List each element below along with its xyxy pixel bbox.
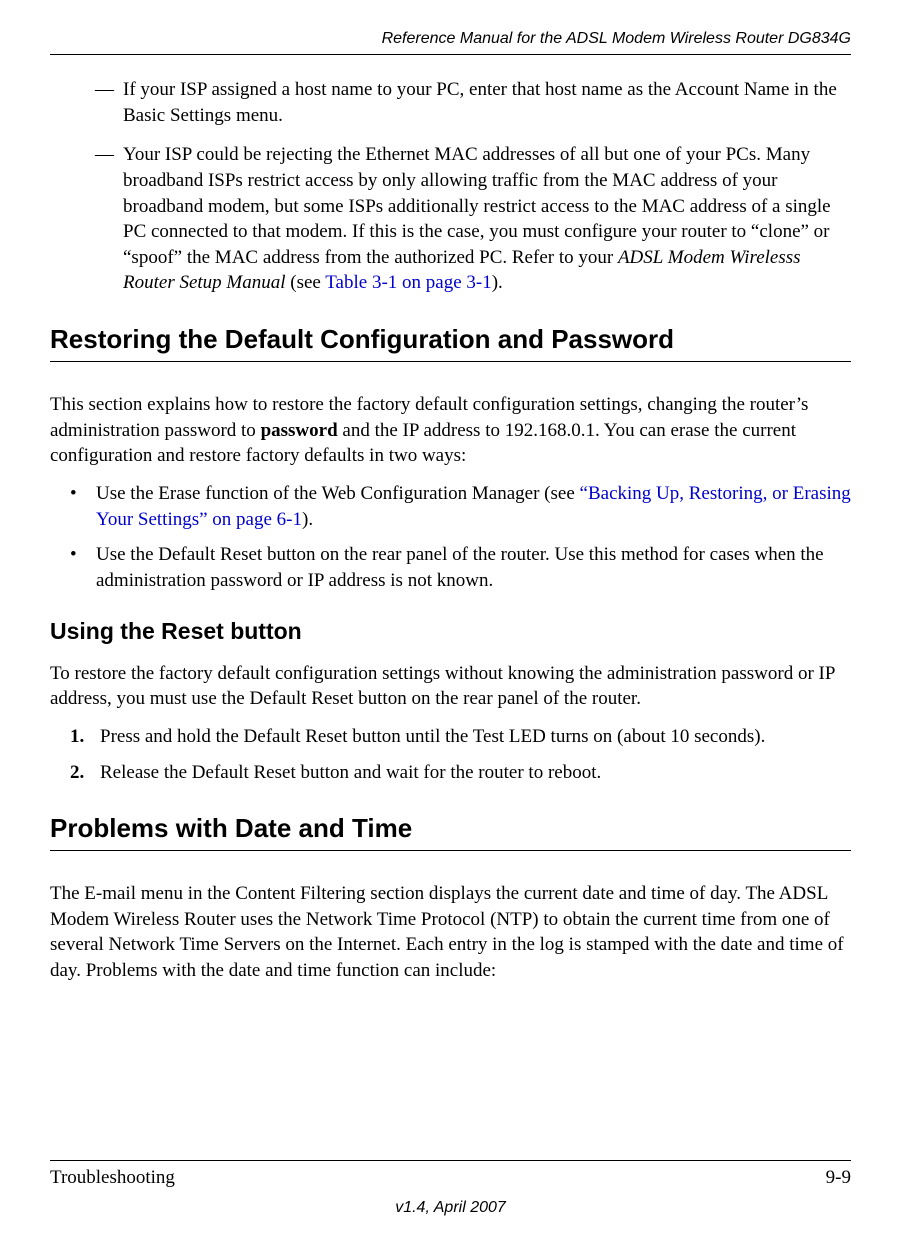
numbered-item: 2. Release the Default Reset button and … bbox=[70, 760, 851, 786]
dash-content: If your ISP assigned a host name to your… bbox=[123, 77, 851, 128]
section-heading: Restoring the Default Configuration and … bbox=[50, 324, 851, 355]
step-content: Release the Default Reset button and wai… bbox=[100, 760, 851, 786]
text-span: (see bbox=[286, 272, 326, 293]
body-paragraph: To restore the factory default configura… bbox=[50, 661, 851, 712]
page-footer: Troubleshooting 9-9 v1.4, April 2007 bbox=[50, 1160, 851, 1217]
step-number: 1. bbox=[70, 724, 100, 750]
body-paragraph: The E-mail menu in the Content Filtering… bbox=[50, 881, 851, 984]
bullet-content: Use the Default Reset button on the rear… bbox=[96, 542, 851, 593]
dash-list: — If your ISP assigned a host name to yo… bbox=[95, 77, 851, 296]
footer-rule bbox=[50, 1160, 851, 1161]
header-rule bbox=[50, 54, 851, 55]
bold-span: password bbox=[261, 420, 338, 441]
bullet-item: • Use the Erase function of the Web Conf… bbox=[70, 481, 851, 532]
bullet-marker: • bbox=[70, 481, 96, 532]
section-rule bbox=[50, 361, 851, 362]
bullet-item: • Use the Default Reset button on the re… bbox=[70, 542, 851, 593]
dash-content: Your ISP could be rejecting the Ethernet… bbox=[123, 142, 851, 296]
dash-item: — Your ISP could be rejecting the Ethern… bbox=[95, 142, 851, 296]
body-paragraph: This section explains how to restore the… bbox=[50, 392, 851, 469]
text-span: Use the Erase function of the Web Config… bbox=[96, 483, 580, 504]
numbered-item: 1. Press and hold the Default Reset butt… bbox=[70, 724, 851, 750]
step-number: 2. bbox=[70, 760, 100, 786]
bullet-list: • Use the Erase function of the Web Conf… bbox=[70, 481, 851, 594]
numbered-list: 1. Press and hold the Default Reset butt… bbox=[70, 724, 851, 785]
section-heading: Problems with Date and Time bbox=[50, 813, 851, 844]
dash-marker: — bbox=[95, 77, 123, 128]
dash-marker: — bbox=[95, 142, 123, 296]
footer-chapter: Troubleshooting bbox=[50, 1167, 175, 1189]
text-span: ). bbox=[302, 509, 313, 530]
dash-item: — If your ISP assigned a host name to yo… bbox=[95, 77, 851, 128]
footer-version: v1.4, April 2007 bbox=[50, 1199, 851, 1217]
footer-page-number: 9-9 bbox=[826, 1167, 851, 1189]
footer-row: Troubleshooting 9-9 bbox=[50, 1167, 851, 1189]
running-header: Reference Manual for the ADSL Modem Wire… bbox=[50, 30, 851, 48]
text-span: ). bbox=[492, 272, 503, 293]
cross-reference-link[interactable]: Table 3-1 on page 3-1 bbox=[325, 272, 491, 293]
bullet-content: Use the Erase function of the Web Config… bbox=[96, 481, 851, 532]
bullet-marker: • bbox=[70, 542, 96, 593]
subsection-heading: Using the Reset button bbox=[50, 618, 851, 645]
step-content: Press and hold the Default Reset button … bbox=[100, 724, 851, 750]
section-rule bbox=[50, 850, 851, 851]
